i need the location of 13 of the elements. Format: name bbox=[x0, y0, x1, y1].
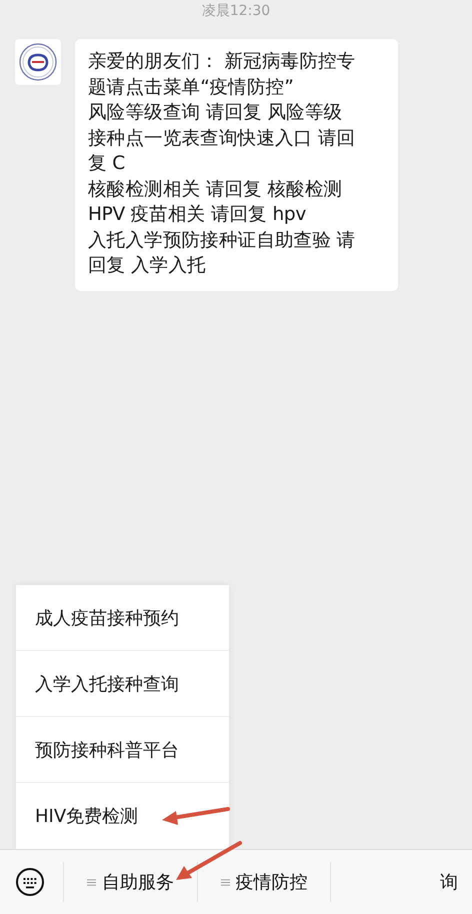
message-text: 亲爱的朋友们： 新冠病毒防控专 题请点击菜单“疫情防控” 风险等级查询 请回复 风险等级 接种点一览表查询快速入口 请回 复 C 核酸检测相关 请回复 核酸检测 HPV 疫苗相关 请回复 hpv 入托入学预防接种证自助查验 请 回复 入学入托 bbox=[88, 50, 356, 278]
menu-icon bbox=[86, 878, 96, 886]
menu-bar-button[interactable]: 疫情防控 bbox=[196, 862, 330, 902]
menu-item[interactable]: HIV免费检测 bbox=[16, 783, 229, 849]
keyboard-icon[interactable] bbox=[15, 867, 45, 897]
menu-item[interactable]: 成人疫苗接种预约 bbox=[16, 585, 229, 651]
menu-bar-button[interactable]: 询 bbox=[330, 862, 472, 902]
timestamp: 凌晨12:30 bbox=[200, 2, 272, 21]
menu-item[interactable]: 入学入托接种查询 bbox=[16, 651, 229, 717]
menu-icon bbox=[220, 878, 230, 886]
annotation-arrow bbox=[162, 807, 230, 825]
avatar-emblem-icon[interactable] bbox=[15, 39, 61, 85]
menu-item[interactable]: 预防接种科普平台 bbox=[16, 717, 229, 783]
